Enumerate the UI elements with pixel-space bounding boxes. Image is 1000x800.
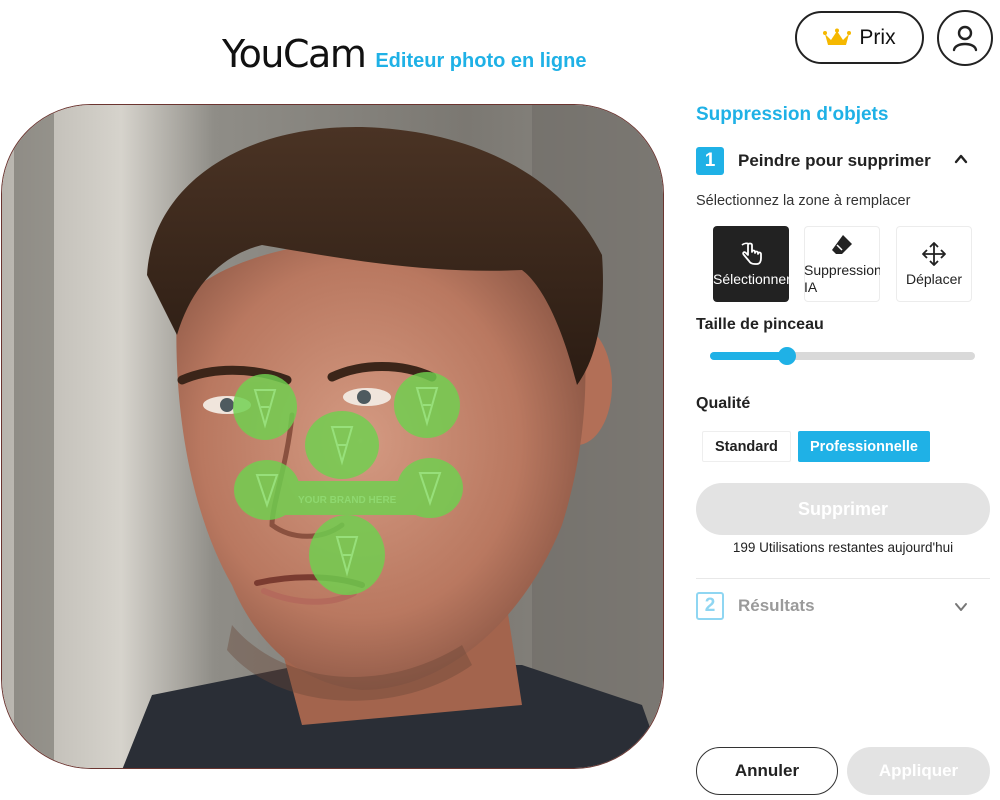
tool-select-label: Sélectionner: [713, 270, 789, 287]
instruction-text: Sélectionnez la zone à remplacer: [696, 193, 911, 209]
divider: [696, 578, 990, 579]
pricing-label: Prix: [859, 25, 896, 49]
eraser-icon: [832, 235, 852, 254]
step-number: 1: [696, 147, 724, 175]
brand-logo: YouCam: [222, 32, 367, 76]
tool-ai-erase-button[interactable]: Suppression IA: [804, 226, 880, 302]
chevron-up-icon[interactable]: [954, 152, 968, 166]
remove-button[interactable]: Supprimer: [696, 483, 990, 535]
step-results[interactable]: 2 Résultats: [696, 591, 990, 621]
step-label: Résultats: [738, 596, 815, 615]
tool-move-label: Déplacer: [905, 270, 963, 287]
quality-professional-button[interactable]: Professionnelle: [798, 431, 930, 462]
brush-size-slider[interactable]: [710, 347, 975, 365]
remaining-uses-text: 199 Utilisations restantes aujourd'hui: [732, 540, 954, 555]
hand-pointer-icon: [741, 242, 762, 265]
crown-icon: [823, 28, 852, 45]
step-label: Peindre pour supprimer: [738, 151, 931, 170]
step-paint-to-remove[interactable]: 1 Peindre pour supprimer: [696, 146, 990, 176]
tool-ai-erase-label: Suppression IA: [804, 262, 880, 295]
apply-button[interactable]: Appliquer: [847, 747, 990, 795]
tool-move-button[interactable]: Déplacer: [896, 226, 972, 302]
quality-standard-button[interactable]: Standard: [702, 431, 791, 462]
brand-subtitle: Editeur photo en ligne: [375, 50, 587, 72]
watermark-text: YOUR BRAND HERE: [298, 495, 397, 506]
photo-canvas[interactable]: YOUR BRAND HERE: [1, 104, 664, 769]
move-icon: [922, 241, 946, 266]
brush-size-thumb[interactable]: [777, 347, 796, 365]
cancel-button[interactable]: Annuler: [696, 747, 838, 795]
user-icon: [952, 25, 978, 52]
account-button[interactable]: [937, 10, 993, 66]
tool-select-button[interactable]: Sélectionner: [713, 226, 789, 302]
brush-size-label: Taille de pinceau: [696, 316, 824, 333]
step-number: 2: [696, 592, 724, 620]
chevron-down-icon[interactable]: [954, 600, 968, 614]
panel-title: Suppression d'objets: [696, 104, 889, 125]
quality-label: Qualité: [696, 395, 751, 412]
brand: YouCam Editeur photo en ligne: [222, 32, 586, 76]
brush-size-fill: [710, 352, 787, 360]
pricing-button[interactable]: Prix: [795, 11, 924, 64]
